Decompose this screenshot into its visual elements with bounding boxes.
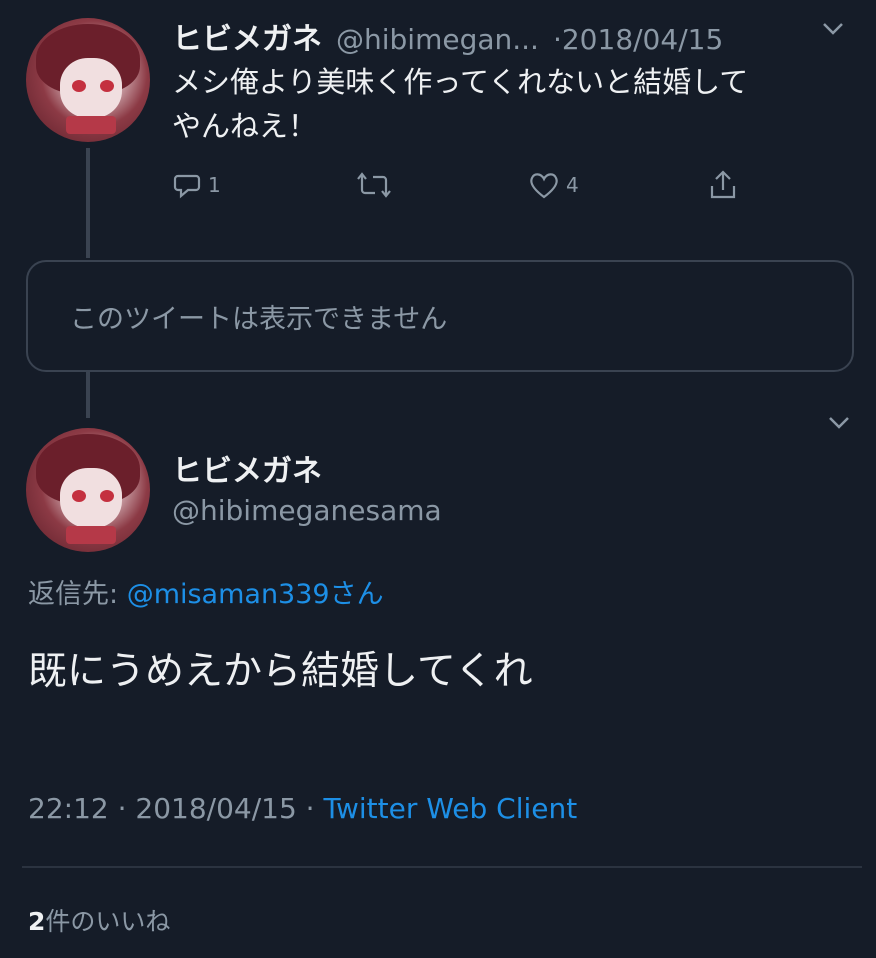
tweet-source-link[interactable]: Twitter Web Client — [323, 792, 577, 825]
tweet-text-line: やんねえ！ — [172, 109, 318, 143]
likes-count: 2 — [28, 907, 46, 936]
like-button[interactable]: 4 — [528, 170, 579, 200]
unavailable-tweet-text: このツイートは表示できません — [70, 303, 448, 335]
retweet-button[interactable] — [356, 170, 392, 200]
avatar-eye — [100, 80, 114, 92]
divider — [22, 866, 862, 868]
display-name[interactable]: ヒビメガネ — [172, 446, 322, 490]
display-name[interactable]: ヒビメガネ — [172, 14, 322, 58]
tweet-meta: 22:12 · 2018/04/15 · Twitter Web Client — [28, 792, 577, 825]
avatar-eye — [100, 490, 114, 502]
likes-label: 件のいいね — [45, 907, 171, 936]
avatar-eye — [72, 80, 86, 92]
reply-to: 返信先: @misaman339さん — [28, 572, 384, 611]
reply-to-prefix: 返信先: — [28, 579, 127, 610]
user-handle[interactable]: @hibimeganesama — [172, 494, 442, 527]
unavailable-tweet-box: このツイートは表示できません — [26, 260, 854, 372]
avatar-ribbon — [66, 526, 116, 544]
tweet-text-line: メシ俺より美味く作ってくれないと結婚して — [172, 65, 749, 99]
avatar-eye — [72, 490, 86, 502]
tweet-text: 既にうめえから結婚してくれ — [28, 649, 533, 694]
thread-line — [86, 370, 90, 418]
tweet-date[interactable]: ·2018/04/15 — [553, 23, 723, 56]
reply-count: 1 — [208, 173, 221, 197]
like-count: 4 — [566, 173, 579, 197]
share-icon — [708, 168, 738, 202]
avatar-ribbon — [66, 116, 116, 134]
chevron-down-icon[interactable] — [828, 416, 850, 430]
reply-to-suffix: さん — [329, 579, 384, 610]
tweet-actions: 1 4 — [172, 168, 772, 208]
likes-summary[interactable]: 2件のいいね — [28, 902, 170, 938]
heart-icon — [528, 170, 560, 200]
reply-button[interactable]: 1 — [172, 170, 221, 200]
tweet-timestamp[interactable]: 22:12 · 2018/04/15 · — [28, 792, 323, 825]
thread-line — [86, 148, 90, 258]
tweet-header: ヒビメガネ @hibimegan... ·2018/04/15 — [172, 14, 723, 58]
avatar[interactable] — [26, 428, 150, 552]
retweet-icon — [356, 170, 392, 200]
chevron-down-icon[interactable] — [822, 22, 844, 36]
tweet-text: メシ俺より美味く作ってくれないと結婚して やんねえ！ — [172, 60, 862, 148]
share-button[interactable] — [708, 168, 738, 202]
reply-icon — [172, 170, 202, 200]
avatar[interactable] — [26, 18, 150, 142]
reply-to-handle[interactable]: @misaman339 — [127, 579, 330, 610]
user-handle[interactable]: @hibimegan... — [336, 23, 539, 56]
